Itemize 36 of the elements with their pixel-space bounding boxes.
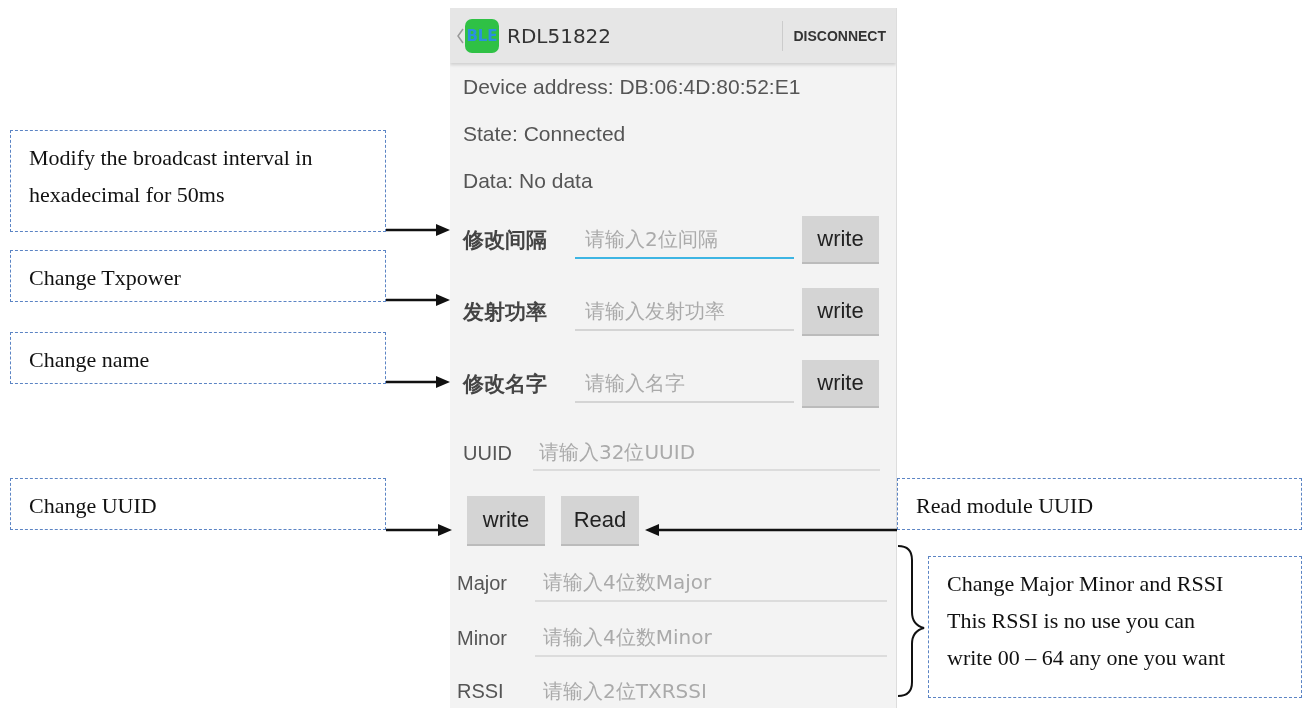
input-field[interactable]: 请输入发射功率 (575, 293, 794, 331)
info-text: Device address: DB:06:4D:80:52:E1 (463, 74, 801, 99)
arrow (386, 376, 450, 388)
field-label: Major (457, 572, 508, 595)
input-field[interactable]: 请输入2位间隔 (575, 221, 794, 259)
field-label: 修改间隔 (463, 227, 548, 254)
callout: Change Major Minor and RSSI This RSSI is no use you can write 00 – 64 any one you want (928, 556, 1302, 698)
callout: Change UUID (10, 478, 386, 530)
write-button[interactable]: write (802, 360, 879, 408)
field-label: UUID (463, 441, 513, 465)
callout: Change Txpower (10, 250, 386, 302)
arrow (386, 524, 452, 536)
field-label: 修改名字 (463, 371, 548, 398)
callout: Change name (10, 332, 386, 384)
info-text: Data: No data (463, 168, 593, 193)
input-field[interactable]: 请输入4位数Minor (535, 620, 887, 657)
input-field[interactable]: 请输入32位UUID (533, 435, 880, 471)
write-button[interactable]: write (802, 288, 879, 336)
input-field[interactable]: 请输入名字 (575, 365, 794, 403)
field-label: 发射功率 (463, 299, 548, 326)
field-label: Minor (457, 627, 508, 650)
arrow (386, 224, 450, 236)
callout: Modify the broadcast interval in hexadecimal for 50ms (10, 130, 386, 232)
app-title: RDL51822 (507, 23, 612, 48)
read-button[interactable]: Read (561, 496, 639, 546)
input-field[interactable]: 请输入2位TXRSSI (535, 673, 887, 708)
write-button[interactable]: write (467, 496, 545, 546)
write-button[interactable]: write (802, 216, 879, 264)
info-text: State: Connected (463, 121, 626, 146)
app-logo: BLE (465, 18, 499, 53)
field-label: RSSI (457, 679, 505, 703)
input-field[interactable]: 请输入4位数Major (535, 565, 887, 602)
back-icon[interactable] (456, 27, 464, 44)
arrow (386, 294, 450, 306)
callout: Read module UUID (897, 478, 1302, 530)
disconnect-button[interactable]: DISCONNECT (783, 8, 896, 63)
